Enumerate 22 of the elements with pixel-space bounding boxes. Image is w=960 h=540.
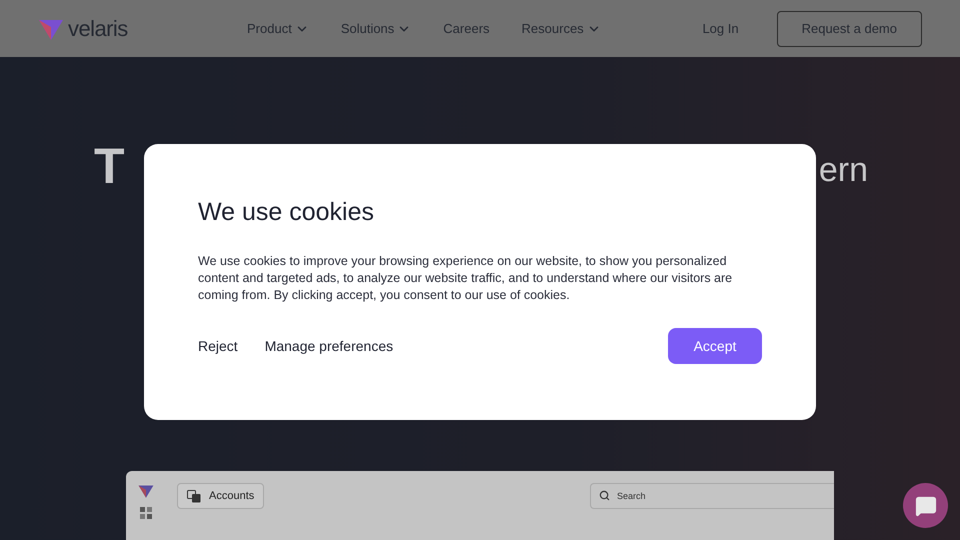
manage-preferences-button[interactable]: Manage preferences <box>264 336 394 356</box>
grid-icon <box>140 507 152 519</box>
chat-button[interactable] <box>903 483 948 528</box>
hero-heading: T <box>94 141 125 191</box>
hero-heading: ern <box>818 153 868 191</box>
accept-button[interactable]: Accept <box>668 328 762 364</box>
nav-link[interactable]: Solutions <box>340 18 412 38</box>
reject-button[interactable]: Reject <box>198 336 238 356</box>
logo-icon <box>138 483 154 499</box>
search-field[interactable]: Search <box>590 483 834 509</box>
request-demo-button[interactable]: Request a demo <box>776 10 922 46</box>
nav-link[interactable]: Resources <box>522 18 601 38</box>
search-icon <box>599 490 610 501</box>
nav-link[interactable]: Product <box>247 18 309 38</box>
login-link[interactable]: Log In <box>702 18 739 38</box>
chat-icon <box>914 494 936 516</box>
dialog-title: We use cookies <box>198 200 376 225</box>
brand-name: velaris <box>68 15 128 43</box>
accounts-icon <box>187 490 201 502</box>
nav-link[interactable]: Careers <box>443 18 490 38</box>
accounts-tab[interactable]: Accounts <box>177 483 264 509</box>
dialog-body: We use cookies to improve your browsing experience on our website, to show you personalized content and targeted ads, to analyze our website traffic, and to understand where our visitors are coming from. By clicking accept, you consent to our use of cookies. <box>198 253 734 304</box>
